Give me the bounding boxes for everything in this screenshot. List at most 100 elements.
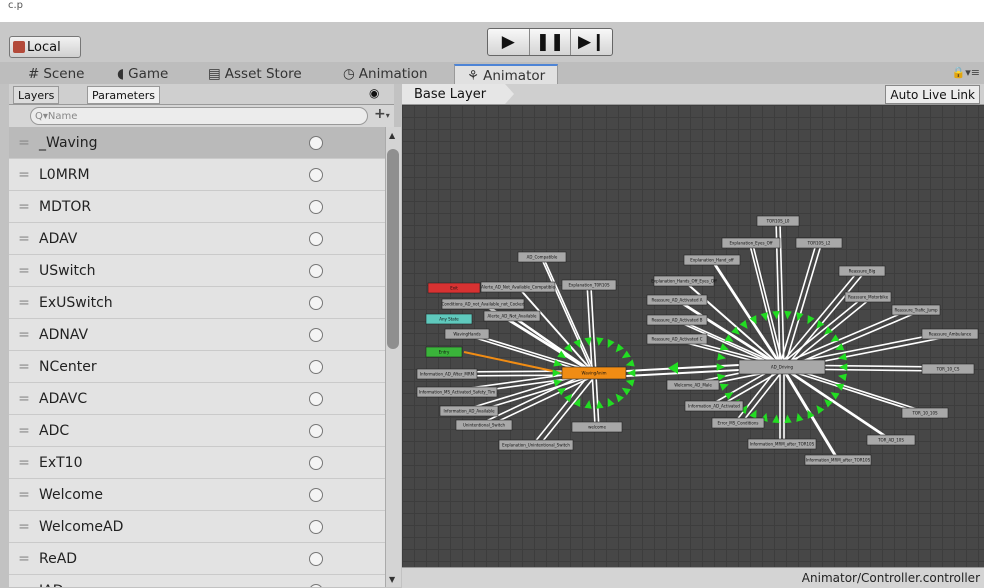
state-node[interactable]: Reassure_Motorbike	[844, 291, 892, 303]
parameter-row[interactable]: = _Waving	[9, 127, 385, 159]
drag-handle-icon[interactable]: =	[9, 487, 39, 503]
bool-toggle[interactable]	[309, 264, 323, 278]
state-machine-graph[interactable]: AD_Compatible Alerte_AD_Not_Available_Com…	[402, 105, 984, 567]
drag-handle-icon[interactable]: =	[9, 231, 39, 247]
state-node[interactable]: Information_MRM_after_TOR10S	[747, 438, 817, 450]
bool-toggle[interactable]	[309, 520, 323, 534]
drag-handle-icon[interactable]: =	[9, 423, 39, 439]
state-node[interactable]: AD_Driving	[738, 359, 826, 375]
tab-animator[interactable]: ⚘ Animator	[454, 64, 559, 86]
parameter-row[interactable]: = ADAVC	[9, 383, 385, 415]
tab-animation[interactable]: ◷ Animation	[343, 64, 428, 84]
parameter-row[interactable]: = ADC	[9, 415, 385, 447]
state-node[interactable]: Explanation_Hand_off	[683, 254, 741, 266]
bool-toggle[interactable]	[309, 232, 323, 246]
any-node[interactable]: Any State	[425, 313, 473, 325]
drag-handle-icon[interactable]: =	[9, 391, 39, 407]
parameter-row[interactable]: = L0MRM	[9, 159, 385, 191]
state-node[interactable]: TOR_10_CS	[921, 363, 975, 375]
state-node[interactable]: Alerte_AD_Not_Available	[483, 310, 541, 322]
default-state-node[interactable]: WavingAnim	[561, 366, 627, 380]
state-node[interactable]: Conditions_AD_not_Available_not_Cocked	[442, 298, 525, 310]
transition-line[interactable]	[779, 294, 867, 366]
bool-toggle[interactable]	[309, 456, 323, 470]
tab-scene[interactable]: # Scene	[28, 64, 84, 84]
search-input[interactable]: Q▾Name	[30, 107, 368, 125]
parameter-row[interactable]: =IADac	[9, 575, 385, 587]
tab-parameters[interactable]: Parameters	[87, 86, 160, 104]
state-node[interactable]: Welcome_AD_Male	[666, 379, 720, 391]
state-node[interactable]: Reassure_Big	[838, 265, 886, 277]
drag-handle-icon[interactable]: =	[9, 455, 39, 471]
state-node[interactable]: Explanation_T0R10S	[561, 279, 617, 291]
bool-toggle[interactable]	[309, 552, 323, 566]
transition-line[interactable]	[779, 222, 785, 370]
scroll-thumb[interactable]	[387, 149, 399, 349]
drag-handle-icon[interactable]: =	[9, 583, 39, 588]
parameter-scrollbar[interactable]: ▲ ▼	[385, 127, 401, 587]
state-node[interactable]: Explanation_Unintentional_Switch	[498, 439, 574, 451]
tab-game[interactable]: ◖ Game	[117, 64, 168, 84]
state-node[interactable]: TOR_AD_10S	[866, 434, 916, 446]
state-node[interactable]: Information_AD_Available	[439, 405, 499, 417]
drag-handle-icon[interactable]: =	[9, 199, 39, 215]
state-node[interactable]: AD_Compatible	[517, 251, 567, 263]
state-node[interactable]: TOR10S_L2	[795, 237, 843, 249]
bool-toggle[interactable]	[309, 424, 323, 438]
state-node[interactable]: WavingHands	[444, 328, 490, 340]
state-node[interactable]: Reassure_Trafic_Jump	[891, 304, 941, 316]
bool-toggle[interactable]	[309, 296, 323, 310]
scroll-up-icon[interactable]: ▲	[389, 131, 395, 140]
parameter-row[interactable]: = ExUSwitch	[9, 287, 385, 319]
exit-node[interactable]: Exit	[427, 282, 481, 294]
add-parameter-icon[interactable]: +▾	[374, 106, 390, 122]
drag-handle-icon[interactable]: =	[9, 327, 39, 343]
eye-icon[interactable]: ◉	[369, 86, 379, 100]
state-node[interactable]: Information_AD_After_MRM	[416, 368, 478, 380]
transition-line[interactable]	[537, 374, 597, 448]
parameter-row[interactable]: = ADNAV	[9, 319, 385, 351]
tab-layers[interactable]: Layers	[13, 86, 60, 104]
state-node[interactable]: Reassure_AD_Activated A	[646, 294, 708, 306]
play-icon[interactable]: ▶	[488, 29, 530, 55]
tab-asset-store[interactable]: ▤ Asset Store	[208, 64, 302, 84]
state-node[interactable]: welcome	[571, 421, 623, 433]
parameter-row[interactable]: = ReAD	[9, 543, 385, 575]
bool-toggle[interactable]	[309, 168, 323, 182]
state-node[interactable]: Information_MS_Activated_Safety_Tim	[416, 386, 498, 398]
state-node[interactable]: Reassure_Ambulance	[921, 328, 979, 340]
state-node[interactable]: Reassure_AD_Activated B	[646, 314, 708, 326]
bool-toggle[interactable]	[309, 488, 323, 502]
parameter-row[interactable]: = Welcome	[9, 479, 385, 511]
bool-toggle[interactable]	[309, 328, 323, 342]
bool-toggle[interactable]	[309, 360, 323, 374]
step-icon[interactable]: ▶❙	[571, 29, 612, 55]
state-node[interactable]: TOR10S_L0	[756, 215, 800, 227]
transition-line[interactable]	[779, 364, 890, 439]
state-node[interactable]: Alerte_AD_Not_Available_Compatible	[480, 281, 555, 293]
state-node[interactable]: Error_MS_Conditions	[711, 417, 765, 429]
drag-handle-icon[interactable]: =	[9, 295, 39, 311]
lock-icon[interactable]: 🔒▾≡	[952, 66, 980, 79]
parameter-row[interactable]: = ADAV	[9, 223, 385, 255]
entry-node[interactable]: Entry	[425, 346, 463, 358]
drag-handle-icon[interactable]: =	[9, 135, 39, 151]
scroll-down-icon[interactable]: ▼	[389, 575, 395, 584]
state-node[interactable]: TOR_10_10S	[901, 407, 949, 419]
local-button[interactable]: Local	[9, 36, 81, 58]
state-node[interactable]: Unintentional_Switch	[455, 419, 513, 431]
state-node[interactable]: Information_AD_Activated	[684, 400, 744, 412]
parameter-row[interactable]: = USwitch	[9, 255, 385, 287]
transition-line[interactable]	[674, 297, 781, 366]
transition-line[interactable]	[783, 368, 894, 443]
pause-icon[interactable]: ❚❚	[530, 29, 572, 55]
animator-graph[interactable]: AD_Compatible Alerte_AD_Not_Available_Com…	[402, 105, 984, 567]
drag-handle-icon[interactable]: =	[9, 263, 39, 279]
parameter-row[interactable]: = ExT10	[9, 447, 385, 479]
state-node[interactable]: Information_MRM_after_TOR10S	[804, 454, 872, 466]
bool-toggle[interactable]	[309, 136, 323, 150]
drag-handle-icon[interactable]: =	[9, 359, 39, 375]
auto-live-link-button[interactable]: Auto Live Link	[885, 85, 980, 104]
state-node[interactable]: Explanation_Eyes_Off	[721, 237, 781, 249]
state-node[interactable]: Explanation_Hands_Off_Eyes_Off	[651, 275, 717, 287]
